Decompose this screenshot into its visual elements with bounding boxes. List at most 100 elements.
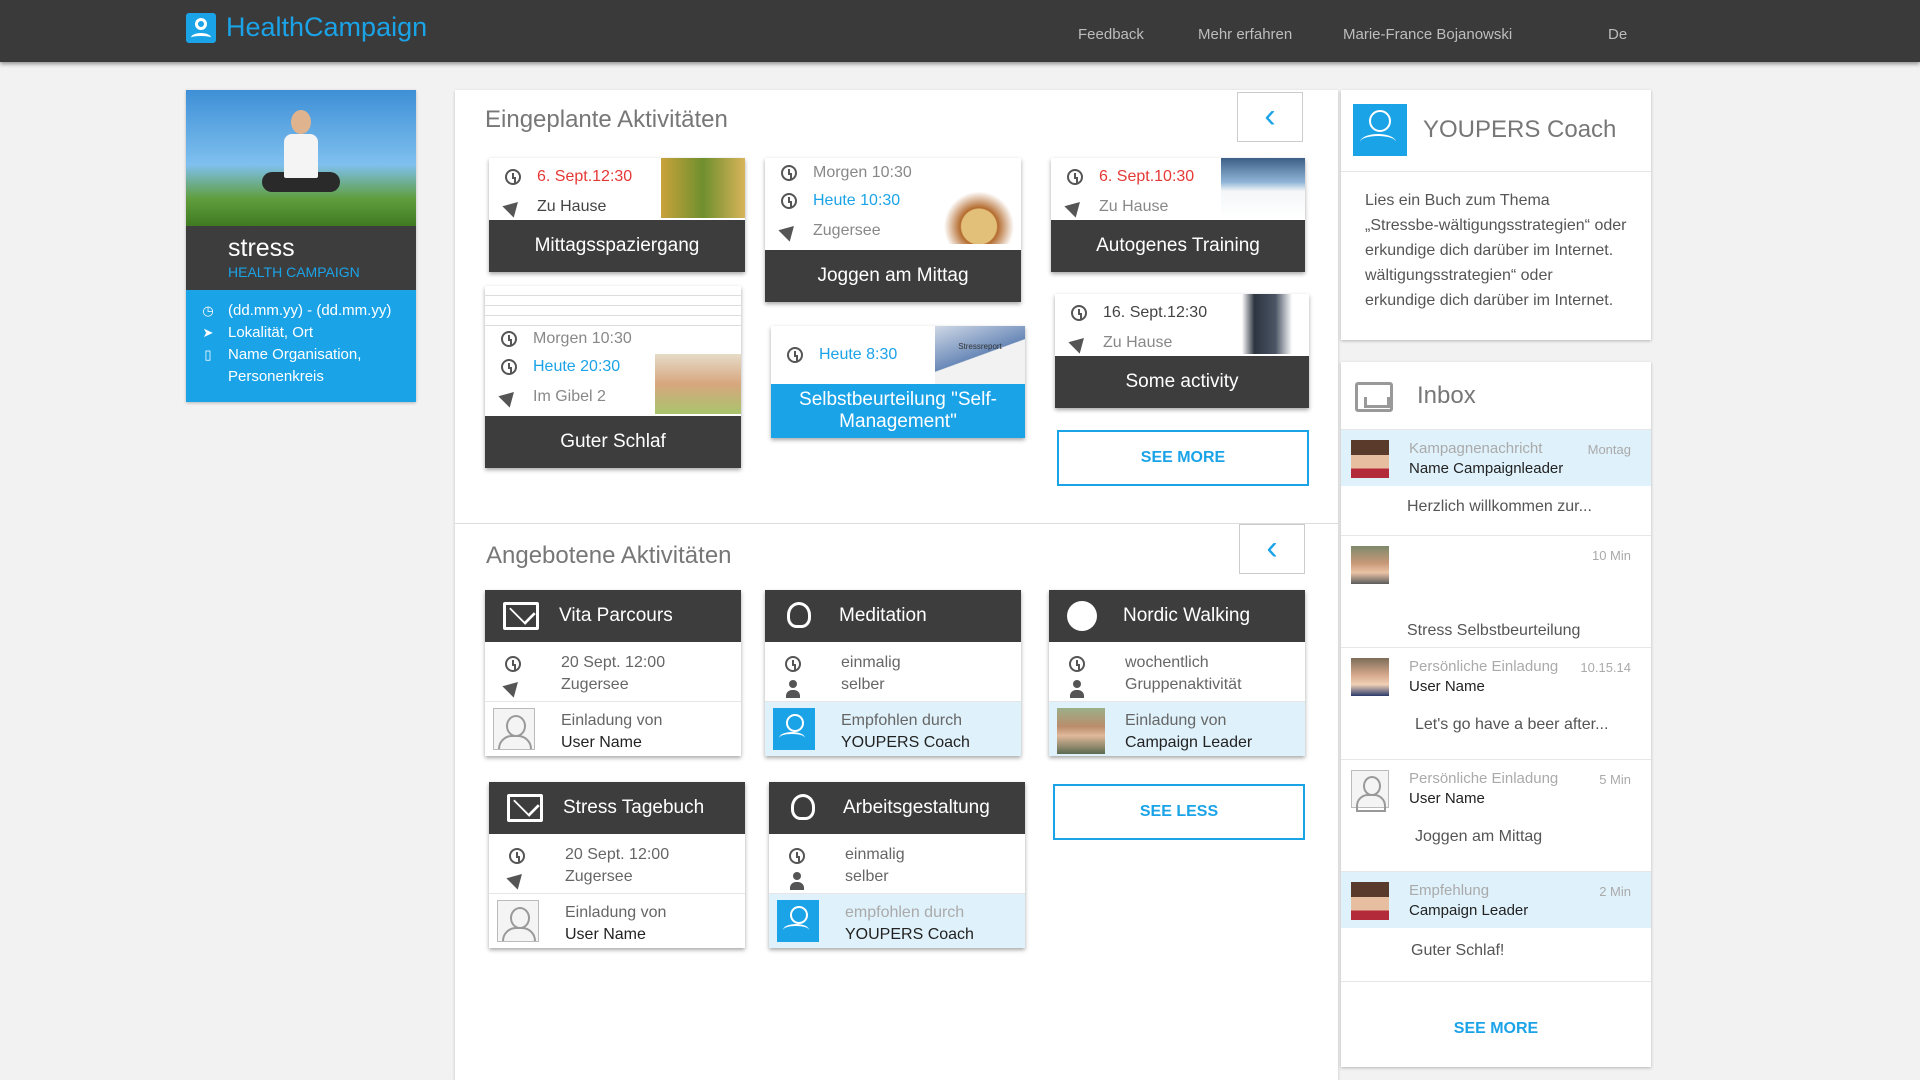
clock-icon [785,656,801,672]
card-prev-time: Morgen 10:30 [533,330,632,347]
offer-card-stress-tagebuch[interactable]: Stress Tagebuch 20 Sept. 12:00 Zugersee E… [489,782,745,948]
card-time: Heute 10:30 [813,192,901,209]
offer-card-meditation[interactable]: Meditation einmalig selber Empfohlen durc… [765,590,1021,756]
offered-see-less-button[interactable]: SEE LESS [1053,784,1305,840]
offer-card-nordic-walking[interactable]: Nordic Walking wochentlich Gruppenaktivit… [1049,590,1305,756]
card-place: Zugersee [813,222,881,239]
message-kind: Kampagnenachricht [1409,440,1543,457]
message-preview: Herzlich willkommen zur... [1407,498,1592,515]
message-preview: Let's go have a beer after... [1415,716,1609,733]
app-logo[interactable]: HealthCampaign [186,12,427,43]
stressreport-photo: Stressreport [935,326,1025,384]
message-time: 10 Min [1591,548,1631,563]
coach-title: YOUPERS Coach [1423,116,1617,143]
scheduled-card-some-activity[interactable]: 16. Sept.12:30 Zu Hause Some activity [1055,294,1309,408]
inbox-message[interactable]: Persönliche Einladung User Name 10.15.14 L… [1341,648,1651,760]
campaign-card[interactable]: stress HEALTH CAMPAIGN ◷ (dd.mm.yy) - (dd… [186,90,416,402]
snow-photo [1221,158,1305,218]
campaign-photo [186,90,416,226]
nav-user-name[interactable]: Marie-France Bojanowski [1343,26,1512,43]
scheduled-card-mittagsspaziergang[interactable]: 6. Sept.12:30 Zu Hause Mittagsspaziergan… [489,158,745,272]
card-place: Zu Hause [1099,198,1169,215]
walking-photo [661,158,745,218]
app-name: HealthCampaign [226,12,428,42]
scheduled-back-button[interactable]: ‹ [1237,92,1303,142]
offer-foot-name: YOUPERS Coach [841,734,970,751]
offer-title: Stress Tagebuch [563,797,705,818]
clock-icon [1069,656,1085,672]
nav-language[interactable]: De [1608,26,1627,43]
businessman-photo [1225,294,1309,354]
campaign-dates: (dd.mm.yy) - (dd.mm.yy) [228,302,392,319]
chevron-left-icon: ‹ [1266,529,1278,567]
card-title: Guter Schlaf [485,416,741,468]
card-time: Heute 8:30 [819,346,898,363]
message-time: 5 Min [1599,772,1631,787]
clock-icon [501,359,517,375]
sender-avatar [1351,546,1389,584]
campaign-leader-avatar [1057,708,1105,754]
lightbulb-icon [791,794,815,820]
inbox-message[interactable]: 10 Min Stress Selbstbeurteilung [1341,536,1651,648]
section-divider [455,523,1338,524]
coach-avatar-icon [1353,104,1407,156]
offer-foot-name: Campaign Leader [1125,734,1253,751]
inbox-title: Inbox [1417,382,1476,409]
offer-card-vita-parcours[interactable]: Vita Parcours 20 Sept. 12:00 Zugersee Ein… [485,590,741,756]
offer-foot-label: Einladung von [561,712,663,729]
inbox-message[interactable]: Persönliche Einladung User Name 5 Min Jogg… [1341,760,1651,872]
offer-line2: selber [841,676,885,693]
message-sender: Name Campaignleader [1409,460,1564,477]
scheduled-title: Eingeplante Aktivitäten [485,106,728,133]
offer-card-arbeitsgestaltung[interactable]: Arbeitsgestaltung einmalig selber empfohl… [769,782,1025,948]
message-kind: Empfehlung [1409,882,1490,899]
nav-mehr-erfahren[interactable]: Mehr erfahren [1198,26,1292,43]
location-icon [778,220,800,242]
clock-icon [781,165,797,181]
sender-avatar [1351,770,1389,812]
location-icon [1068,332,1090,354]
clock-icon [1071,305,1087,321]
top-bar: HealthCampaign Feedback Mehr erfahren Ma… [0,0,1920,62]
offered-back-button[interactable]: ‹ [1239,524,1305,574]
card-place: Zu Hause [537,198,607,215]
card-time: 6. Sept.12:30 [537,168,633,185]
message-preview: Guter Schlaf! [1411,942,1505,959]
campaign-location: Lokalität, Ort [228,324,314,341]
logo-icon [186,12,216,43]
offer-foot-label: empfohlen durch [845,904,965,921]
card-title: Autogenes Training [1051,220,1305,272]
location-icon: ➤ [202,325,214,340]
inbox-message[interactable]: Kampagnenachricht Name Campaignleader Mont… [1341,430,1651,536]
coach-panel: YOUPERS Coach Lies ein Buch zum Thema „S… [1341,90,1651,340]
offer-foot-name: YOUPERS Coach [845,926,974,943]
people-icon [1069,680,1085,698]
envelope-icon [507,794,543,822]
inbox-panel: Inbox Kampagnenachricht Name Campaignlead… [1341,362,1651,1067]
scheduled-card-joggen[interactable]: Morgen 10:30 Heute 10:30 Zugersee Joggen… [765,158,1021,302]
card-time: 16. Sept.12:30 [1103,304,1208,321]
location-icon [498,386,520,408]
campaign-organisation: Name Organisation, Personenkreis [228,346,362,385]
offer-foot-label: Empfohlen durch [841,712,962,729]
inbox-message[interactable]: Empfehlung Campaign Leader 2 Min Guter Sch… [1341,872,1651,982]
globe-icon [1067,601,1097,631]
offer-line1: einmalig [845,846,905,863]
offer-foot-label: Einladung von [565,904,667,921]
activities-panel: Eingeplante Aktivitäten ‹ 6. Sept.12:30 … [455,90,1338,1080]
envelope-icon [503,602,539,630]
scheduled-card-selbstbeurteilung[interactable]: Heute 8:30 Stressreport Selbstbeurteilun… [771,326,1025,438]
inbox-see-more-button[interactable]: SEE MORE [1341,1020,1651,1038]
scheduled-card-guter-schlaf[interactable]: Morgen 10:30 Heute 20:30 Im Gibel 2 Gute… [485,286,741,468]
scheduled-card-autogenes-training[interactable]: 6. Sept.10:30 Zu Hause Autogenes Trainin… [1051,158,1305,272]
message-sender: Campaign Leader [1409,902,1529,919]
snack-photo [937,186,1021,244]
clock-icon [1067,169,1083,185]
offer-title: Vita Parcours [559,605,673,626]
card-title: Selbstbeurteilung "Self- Management" [771,384,1025,438]
card-title: Joggen am Mittag [765,250,1021,302]
offer-line2: selber [845,868,889,885]
offer-foot-label: Einladung von [1125,712,1227,729]
nav-feedback[interactable]: Feedback [1078,26,1144,43]
scheduled-see-more-button[interactable]: SEE MORE [1057,430,1309,486]
